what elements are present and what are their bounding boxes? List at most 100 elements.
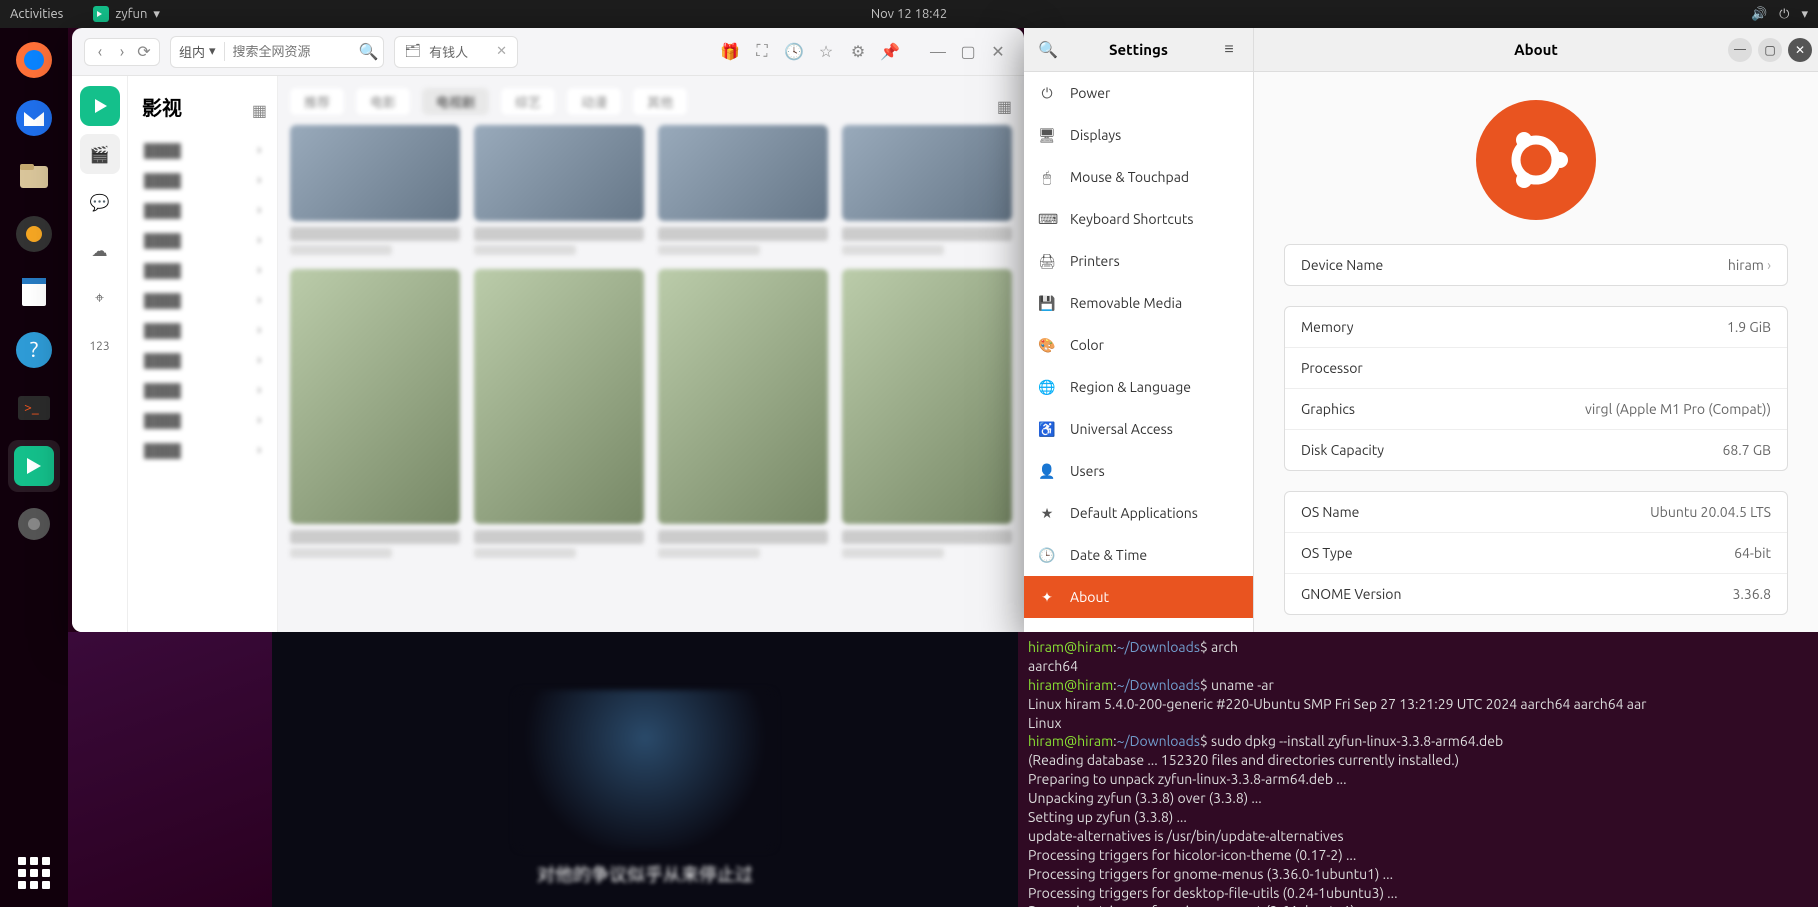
rail-focus-icon[interactable]: ⌖ (80, 278, 120, 318)
category-item[interactable]: ████ › (138, 345, 267, 375)
settings-item-default-applications[interactable]: ★Default Applications (1024, 492, 1253, 534)
media-card[interactable] (474, 125, 644, 255)
search-icon[interactable]: 🔍 (355, 42, 383, 61)
settings-item-removable-media[interactable]: 💾Removable Media (1024, 282, 1253, 324)
category-item[interactable]: ████ › (138, 225, 267, 255)
activities-button[interactable]: Activities (10, 7, 63, 21)
terminal[interactable]: hiram@hiram:~/Downloads$ archaarch64hira… (1018, 632, 1818, 907)
settings-item-universal-access[interactable]: ♿Universal Access (1024, 408, 1253, 450)
media-card[interactable] (290, 125, 460, 255)
zyfun-logo-icon[interactable] (80, 86, 120, 126)
row-label: Processor (1301, 360, 1363, 376)
dock-files[interactable] (8, 150, 60, 202)
maximize-button[interactable]: ▢ (1758, 38, 1782, 62)
dock-rhythmbox[interactable] (8, 208, 60, 260)
close-tab-icon[interactable]: ✕ (496, 44, 507, 59)
rail-123-icon[interactable]: 123 (80, 326, 120, 366)
filter-tab[interactable]: 推荐 (290, 88, 344, 115)
back-button[interactable]: ‹ (91, 43, 109, 61)
pin-icon[interactable]: 📌 (876, 38, 904, 66)
tab-item[interactable]: 🗂 有钱人 ✕ (394, 36, 518, 68)
scan-icon[interactable]: ⛶ (748, 38, 776, 66)
dock-terminal[interactable]: >_ (8, 382, 60, 434)
star-icon[interactable]: ☆ (812, 38, 840, 66)
media-card[interactable] (842, 269, 1012, 558)
dock-settings[interactable] (8, 498, 60, 550)
gift-icon[interactable]: 🎁 (716, 38, 744, 66)
zyfun-sidebar: 影视 ▦ ████ › ████ › ████ › ████ › ████ › … (128, 76, 278, 632)
chevron-down-icon[interactable]: ▾ (1801, 7, 1808, 22)
reload-button[interactable]: ⟳ (135, 43, 153, 61)
dock-writer[interactable] (8, 266, 60, 318)
rail-video-icon[interactable]: 🎬 (80, 134, 120, 174)
dock-help[interactable]: ? (8, 324, 60, 376)
maximize-button[interactable]: ▢ (954, 38, 982, 66)
settings-item-color[interactable]: 🎨Color (1024, 324, 1253, 366)
settings-item-region-language[interactable]: 🌐Region & Language (1024, 366, 1253, 408)
category-item[interactable]: ████ › (138, 195, 267, 225)
rail-cloud-icon[interactable]: ☁ (80, 230, 120, 270)
minimize-button[interactable]: — (924, 38, 952, 66)
media-card[interactable] (290, 269, 460, 558)
sidebar-title: 影视 (142, 92, 182, 121)
settings-item-date-time[interactable]: 🕒Date & Time (1024, 534, 1253, 576)
search-input[interactable] (225, 45, 355, 59)
dock-firefox[interactable] (8, 34, 60, 86)
settings-item-mouse-touchpad[interactable]: 🖱Mouse & Touchpad (1024, 156, 1253, 198)
filter-tab[interactable]: 电视剧 (422, 88, 489, 115)
filter-tab[interactable]: 电影 (356, 88, 410, 115)
category-item[interactable]: ████ › (138, 375, 267, 405)
category-item[interactable]: ████ › (138, 435, 267, 465)
settings-item-users[interactable]: 👤Users (1024, 450, 1253, 492)
grid-toggle-icon[interactable]: ▦ (997, 97, 1012, 116)
settings-item-printers[interactable]: 🖨Printers (1024, 240, 1253, 282)
search-icon[interactable]: 🔍 (1034, 40, 1062, 59)
settings-item-power[interactable]: ⏻Power (1024, 72, 1253, 114)
filter-tab[interactable]: 综艺 (501, 88, 555, 115)
media-card[interactable] (474, 269, 644, 558)
category-item[interactable]: ████ › (138, 285, 267, 315)
filter-tab[interactable]: 动漫 (567, 88, 621, 115)
settings-item-icon: 🖨 (1038, 253, 1056, 270)
close-button[interactable]: ✕ (1788, 38, 1812, 62)
rail-chat-icon[interactable]: 💬 (80, 182, 120, 222)
power-icon[interactable]: ⏻ (1779, 7, 1789, 22)
dock-zyfun[interactable] (8, 440, 60, 492)
svg-text:>_: >_ (24, 399, 39, 415)
settings-item-icon: ⌨ (1038, 211, 1056, 228)
settings-item-keyboard-shortcuts[interactable]: ⌨Keyboard Shortcuts (1024, 198, 1253, 240)
category-item[interactable]: ████ › (138, 315, 267, 345)
settings-item-label: Removable Media (1070, 295, 1182, 311)
history-icon[interactable]: 🕓 (780, 38, 808, 66)
media-card[interactable] (658, 269, 828, 558)
settings-item-about[interactable]: ✦About (1024, 576, 1253, 618)
category-item[interactable]: ████ › (138, 255, 267, 285)
clock[interactable]: Nov 12 18:42 (871, 7, 947, 21)
chevron-down-icon: ▾ (153, 7, 160, 22)
menu-icon[interactable]: ≡ (1215, 40, 1243, 59)
scope-selector[interactable]: 组内▾ (171, 42, 225, 61)
device-name-row[interactable]: Device Name hiram › (1285, 245, 1787, 285)
category-item[interactable]: ████ › (138, 165, 267, 195)
show-applications-button[interactable] (14, 853, 54, 893)
row-value: 64-bit (1734, 545, 1771, 561)
window-controls: — ▢ ✕ (924, 38, 1012, 66)
toolbar: 🎁 ⛶ 🕓 ☆ ⚙ 📌 (716, 38, 904, 66)
minimize-button[interactable]: — (1728, 38, 1752, 62)
row-value: virgl (Apple M1 Pro (Compat)) (1585, 401, 1771, 417)
category-item[interactable]: ████ › (138, 135, 267, 165)
close-button[interactable]: ✕ (984, 38, 1012, 66)
volume-icon[interactable]: 🔊 (1751, 7, 1767, 22)
media-card[interactable] (842, 125, 1012, 255)
layout-icon[interactable]: ▦ (252, 101, 267, 120)
filter-tab[interactable]: 其他 (633, 88, 687, 115)
video-player[interactable]: 对他的争议似乎从来停止过 (272, 632, 1018, 907)
dock-thunderbird[interactable] (8, 92, 60, 144)
forward-button[interactable]: › (113, 43, 131, 61)
filter-tabs: 推荐 电影 电视剧 综艺 动漫 其他 (290, 88, 687, 115)
settings-item-displays[interactable]: 🖥Displays (1024, 114, 1253, 156)
media-card[interactable] (658, 125, 828, 255)
category-item[interactable]: ████ › (138, 405, 267, 435)
gear-icon[interactable]: ⚙ (844, 38, 872, 66)
app-menu[interactable]: zyfun ▾ (93, 6, 160, 22)
